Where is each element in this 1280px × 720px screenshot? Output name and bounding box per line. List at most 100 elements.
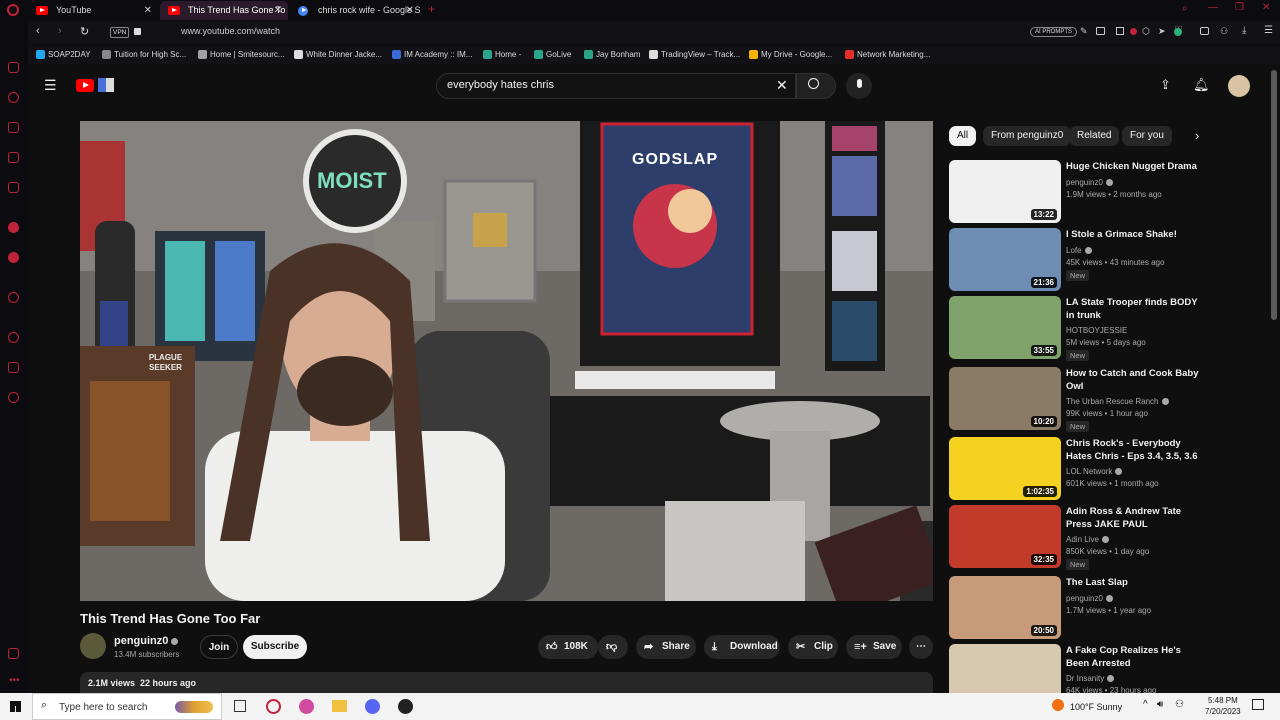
notes-icon[interactable] [8, 182, 19, 193]
speaker-icon[interactable]: 🔊︎ [1157, 699, 1163, 710]
dislike-button[interactable]: 👎︎ [598, 635, 628, 659]
recorder-taskbar-icon[interactable] [398, 699, 413, 714]
bookmark-item[interactable]: Home - [483, 50, 521, 59]
menu-icon[interactable]: ☰ [1264, 25, 1273, 36]
recommendation-title[interactable]: Chris Rock's - Everybody Hates Chris - E… [1066, 437, 1206, 463]
channel-name[interactable]: penguinz0 [114, 635, 168, 647]
doodle-logo-icon[interactable] [98, 78, 114, 92]
tray-chevron-icon[interactable]: ^ [1143, 699, 1148, 710]
channel-name[interactable]: The Urban Rescue Ranch [1066, 397, 1159, 406]
channel-name[interactable]: Adin Live [1066, 535, 1099, 544]
channel-name[interactable]: penguinz0 [1066, 594, 1103, 603]
twitch-icon[interactable] [8, 152, 19, 163]
messenger-app-icon[interactable] [8, 222, 19, 233]
bookmark-item[interactable]: Network Marketing... [845, 50, 930, 59]
bookmark-item[interactable]: Tuition for High Sc... [102, 50, 186, 59]
bookmark-item[interactable]: White Dinner Jacke... [294, 50, 382, 59]
channel-name[interactable]: penguinz0 [1066, 178, 1103, 187]
recommendation-title[interactable]: How to Catch and Cook Baby Owl [1066, 367, 1206, 393]
video-thumbnail[interactable]: 1:02:35 [949, 437, 1061, 500]
recommendation-channel[interactable]: penguinz0 [1066, 594, 1113, 603]
tab-youtube[interactable]: YouTube ✕ [28, 1, 158, 20]
recommendation-title[interactable]: A Fake Cop Realizes He's Been Arrested [1066, 644, 1206, 670]
recommendation-title[interactable]: The Last Slap [1066, 576, 1206, 589]
network-icon[interactable]: ⚇ [1175, 699, 1184, 710]
like-button[interactable]: 👍︎ 108K [538, 635, 598, 659]
more-options-icon[interactable]: ••• [9, 675, 20, 686]
sidebar-setup-icon[interactable] [8, 648, 19, 659]
close-tab-icon[interactable]: ✕ [274, 1, 282, 20]
recommendation-channel[interactable]: Dr Insanity [1066, 674, 1115, 683]
chip-all[interactable]: All [949, 126, 977, 146]
weather-icon[interactable] [1052, 699, 1064, 711]
itunes-taskbar-icon[interactable] [299, 699, 314, 714]
notifications-bell-icon[interactable]: 🔔︎ [1193, 77, 1210, 93]
extension-icon[interactable] [1116, 27, 1124, 35]
cube-extension-icon[interactable]: ⬡ [1142, 26, 1150, 37]
bookmark-item[interactable]: GoLive [534, 50, 571, 59]
account-icon[interactable]: ⚇ [1220, 26, 1228, 37]
bookmark-item[interactable]: IM Academy :: IM... [392, 50, 472, 59]
shopping-icon[interactable] [8, 122, 19, 133]
tab-current-video[interactable]: This Trend Has Gone To ✕ [160, 1, 288, 20]
user-avatar[interactable] [1228, 75, 1250, 97]
wallet-icon[interactable] [1200, 27, 1209, 35]
history-icon[interactable] [8, 92, 19, 103]
bookmark-item[interactable]: Jay Bonham [584, 50, 640, 59]
download-button[interactable]: ⤓ Download [704, 635, 780, 659]
maximize-window-button[interactable]: ❐ [1235, 2, 1244, 13]
recommendation-channel[interactable]: The Urban Rescue Ranch [1066, 397, 1169, 406]
clear-search-icon[interactable]: ✕ [776, 77, 788, 94]
tab-google-search[interactable]: chris rock wife - Google Se ✕ [290, 1, 420, 20]
chip-related[interactable]: Related [1069, 126, 1120, 146]
profile-extension-icon[interactable] [1174, 28, 1182, 36]
send-icon[interactable]: ➤ [1158, 26, 1166, 37]
ai-prompts-button[interactable]: AI PROMPTS [1030, 27, 1078, 37]
recommendation-title[interactable]: Huge Chicken Nugget Drama [1066, 160, 1206, 173]
vpn-badge[interactable]: VPN [110, 27, 130, 38]
bookmark-item[interactable]: SOAP2DAY [36, 50, 91, 59]
task-view-icon[interactable] [234, 700, 246, 712]
bookmark-item[interactable]: TradingView – Track... [649, 50, 740, 59]
close-tab-icon[interactable]: ✕ [406, 1, 414, 20]
upload-icon[interactable]: ⇪ [1160, 77, 1171, 93]
taskbar-date[interactable]: 7/20/2023 [1205, 707, 1241, 716]
save-button[interactable]: ≡+ Save [846, 635, 902, 659]
share-button[interactable]: ➦ Share [636, 635, 696, 659]
windows-start-icon[interactable] [10, 701, 21, 712]
settings-icon[interactable] [8, 392, 19, 403]
video-thumbnail[interactable]: 10:20 [949, 367, 1061, 430]
camera-icon[interactable] [1096, 27, 1105, 35]
forward-icon[interactable]: › [58, 25, 62, 37]
recommendation-item[interactable]: 21:36 I Stole a Grimace Shake! Lofe 45K vie… [949, 228, 1209, 292]
recommendation-channel[interactable]: Adin Live [1066, 535, 1109, 544]
chip-from-penguinz0[interactable]: From penguinz0 [983, 126, 1072, 146]
new-tab-button[interactable]: + [428, 2, 435, 16]
channel-name[interactable]: HOTBOYJESSIE [1066, 326, 1127, 335]
recommendation-item[interactable]: 1:02:35 Chris Rock's - Everybody Hates Ch… [949, 437, 1209, 501]
join-button[interactable]: Join [200, 635, 238, 659]
recommendation-item[interactable]: 10:20 How to Catch and Cook Baby Owl The U… [949, 367, 1209, 432]
close-window-button[interactable]: ✕ [1262, 2, 1270, 13]
description-box[interactable]: 2.1M views 22 hours ago [80, 672, 933, 693]
recommendation-item[interactable]: 20:50 The Last Slap penguinz0 1.7M views • … [949, 576, 1209, 640]
taskbar-time[interactable]: 5:48 PM [1208, 696, 1238, 705]
downloads-icon[interactable]: ⤓ [1242, 25, 1246, 36]
opera-logo-icon[interactable] [7, 4, 19, 16]
file-explorer-icon[interactable] [332, 700, 347, 712]
recommendation-channel[interactable]: LOL Network [1066, 467, 1123, 476]
recommendation-channel[interactable]: penguinz0 [1066, 178, 1113, 187]
taskbar-search-input[interactable]: ⌕ Type here to search [32, 693, 222, 720]
music-icon[interactable] [8, 292, 19, 303]
whatsapp-icon[interactable] [8, 252, 19, 263]
recommendation-channel[interactable]: HOTBOYJESSIE [1066, 326, 1127, 335]
video-thumbnail[interactable]: 20:50 [949, 576, 1061, 639]
recommendation-title[interactable]: I Stole a Grimace Shake! [1066, 228, 1206, 241]
record-icon[interactable] [1130, 28, 1137, 35]
notifications-icon[interactable] [1252, 699, 1264, 710]
search-tabs-icon[interactable]: ⌕ [1182, 3, 1188, 14]
channel-avatar[interactable] [80, 633, 106, 659]
subscribe-button[interactable]: Subscribe [243, 635, 307, 659]
url-field[interactable]: www.youtube.com/watch [181, 26, 280, 36]
channel-name[interactable]: LOL Network [1066, 467, 1112, 476]
